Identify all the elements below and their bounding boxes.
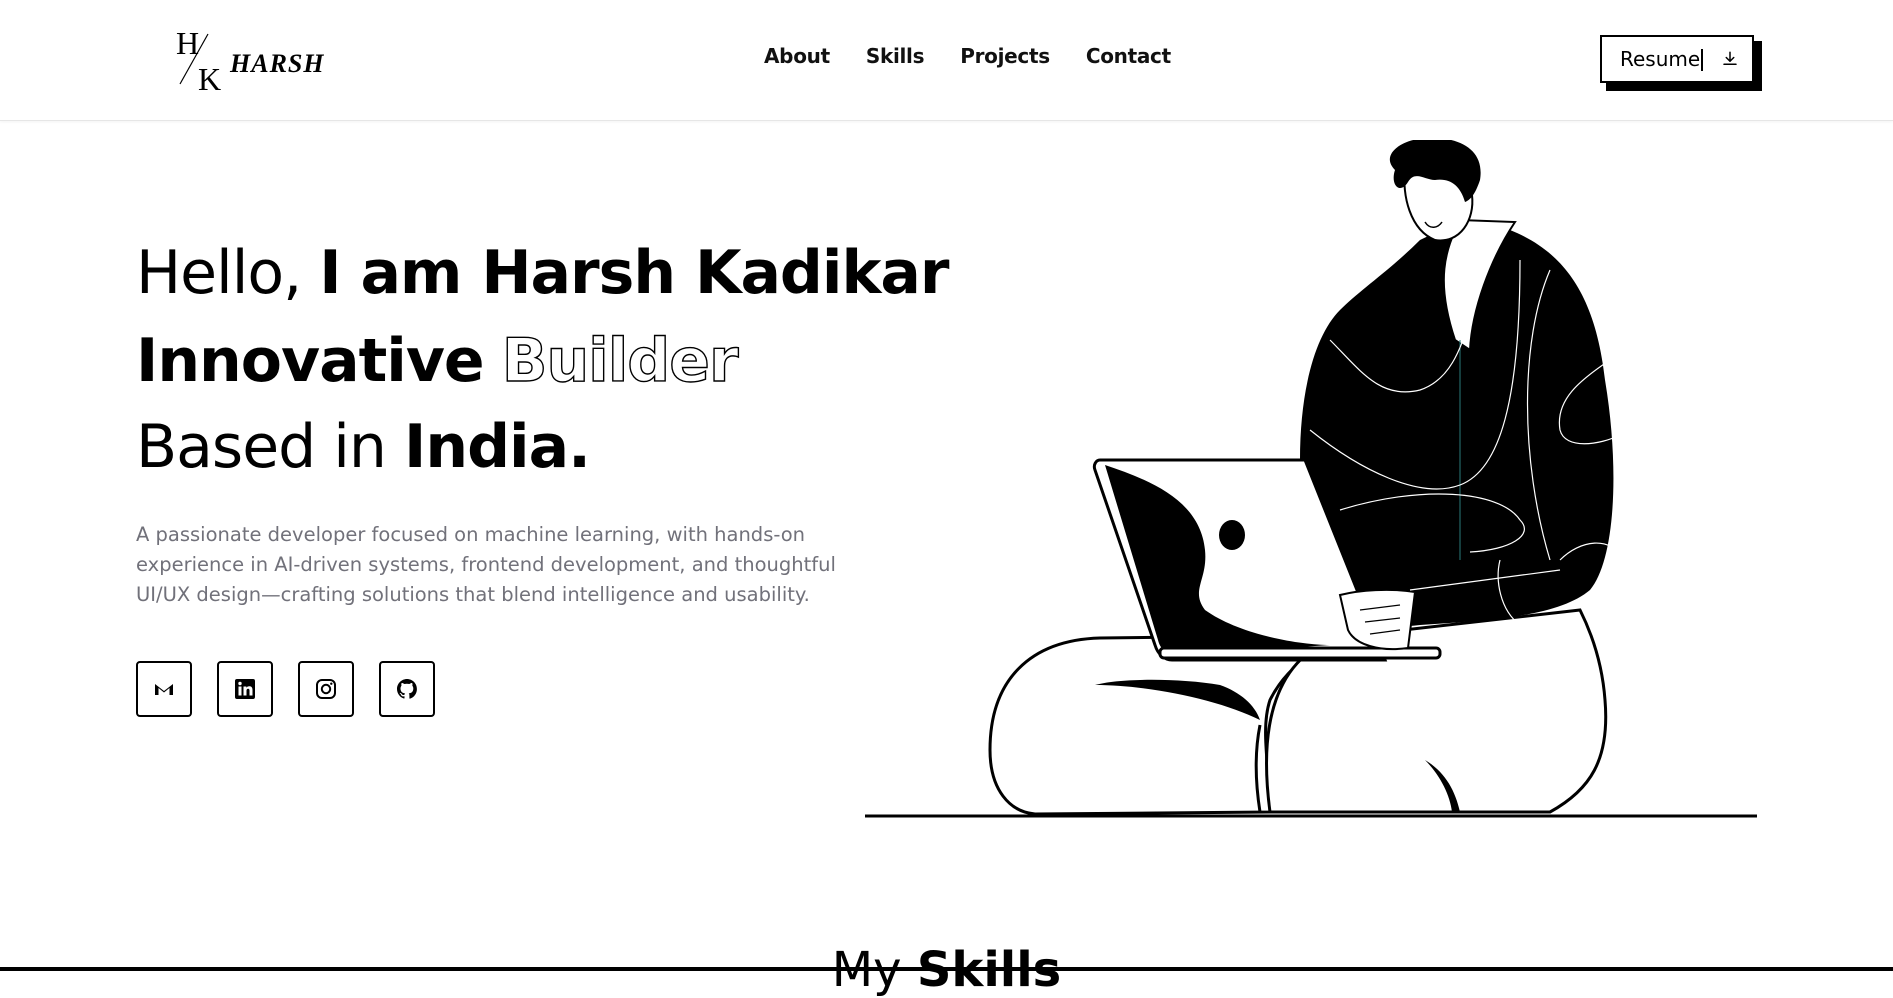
site-header: H K HARSH About Skills Projects Contact … bbox=[0, 0, 1893, 121]
gmail-button[interactable] bbox=[136, 661, 192, 717]
hero-heading-line2: Innovative Builder bbox=[136, 325, 739, 396]
nav-about[interactable]: About bbox=[764, 44, 830, 68]
head bbox=[1389, 140, 1481, 242]
text-cursor bbox=[1701, 49, 1704, 72]
hero-location: India. bbox=[404, 412, 591, 482]
hero-name: I am Harsh Kadikar bbox=[319, 238, 949, 308]
main-nav: About Skills Projects Contact bbox=[764, 44, 1171, 68]
instagram-button[interactable] bbox=[298, 661, 354, 717]
svg-text:HARSH: HARSH bbox=[229, 49, 324, 78]
section-divider bbox=[0, 967, 1893, 971]
instagram-icon bbox=[316, 679, 336, 699]
resume-label: Resume bbox=[1620, 46, 1701, 71]
linkedin-icon bbox=[235, 679, 255, 699]
resume-button[interactable]: Resume bbox=[1600, 35, 1754, 83]
hero-location-prefix: Based in bbox=[136, 412, 387, 482]
hero-role-outline: Builder bbox=[501, 325, 739, 396]
download-icon bbox=[1723, 51, 1737, 65]
linkedin-button[interactable] bbox=[217, 661, 273, 717]
hero-description: A passionate developer focused on machin… bbox=[136, 522, 836, 606]
logo-mark: H K HARSH bbox=[176, 25, 324, 97]
logo[interactable]: H K HARSH bbox=[174, 25, 324, 97]
nav-projects[interactable]: Projects bbox=[960, 44, 1050, 68]
hero-heading-line1: Hello, I am Harsh Kadikar bbox=[136, 238, 949, 308]
svg-text:K: K bbox=[198, 61, 221, 96]
gmail-icon bbox=[155, 684, 173, 695]
hero-heading-line3: Based in India. bbox=[136, 412, 591, 482]
hero-illustration bbox=[865, 140, 1757, 818]
resume-button-wrapper: Resume bbox=[1600, 35, 1762, 91]
nav-contact[interactable]: Contact bbox=[1086, 44, 1171, 68]
social-links bbox=[136, 661, 435, 717]
nav-skills[interactable]: Skills bbox=[866, 44, 925, 68]
github-button[interactable] bbox=[379, 661, 435, 717]
hero-greeting: Hello, bbox=[136, 238, 302, 308]
github-icon bbox=[397, 679, 417, 699]
hero-role-word: Innovative bbox=[136, 326, 485, 396]
